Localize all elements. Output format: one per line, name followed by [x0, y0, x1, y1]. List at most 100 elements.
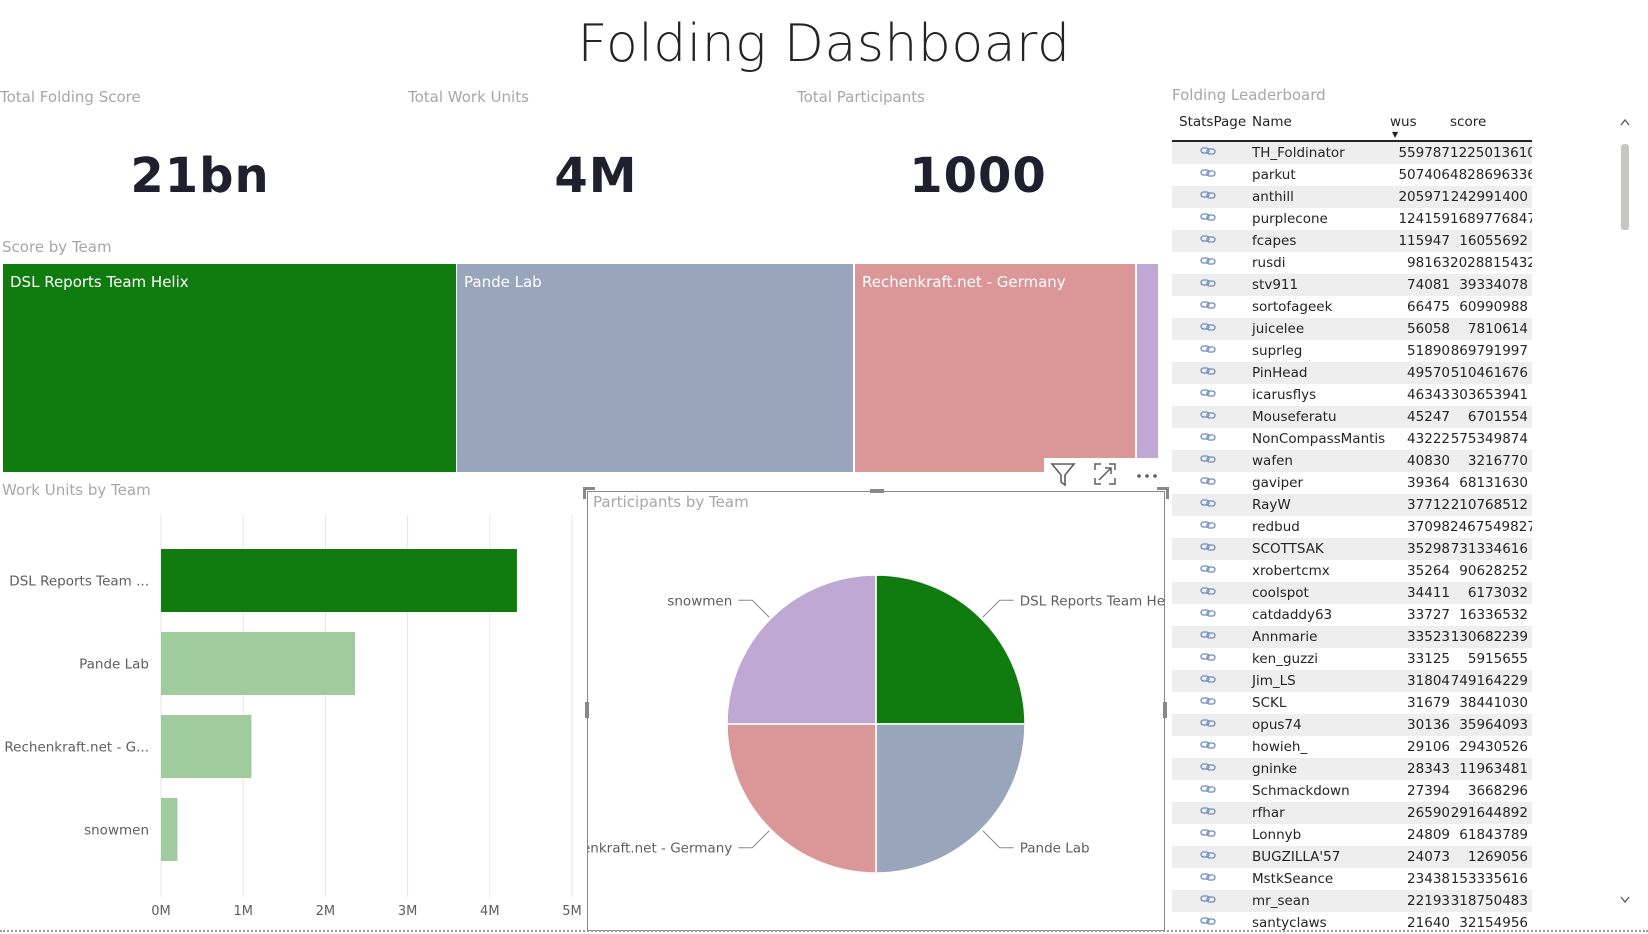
table-row[interactable]: MstkSeance 23438 153335616 — [1172, 868, 1532, 890]
column-header-wus[interactable]: wus — [1390, 114, 1417, 130]
link-icon[interactable] — [1200, 915, 1216, 931]
table-row[interactable]: opus74 30136 35964093 — [1172, 714, 1532, 736]
table-row[interactable]: Lonnyb 24809 61843789 — [1172, 824, 1532, 846]
table-row[interactable]: gninke 28343 11963481 — [1172, 758, 1532, 780]
link-icon[interactable] — [1200, 233, 1216, 249]
more-options-icon[interactable] — [1132, 460, 1162, 488]
table-row[interactable]: SCOTTSAK 35298 731334616 — [1172, 538, 1532, 560]
link-icon[interactable] — [1200, 827, 1216, 843]
table-row[interactable]: TH_Foldinator 559787 1225013610 — [1172, 142, 1532, 164]
link-icon[interactable] — [1200, 189, 1216, 205]
table-row[interactable]: sortofageek 66475 60990988 — [1172, 296, 1532, 318]
bar[interactable] — [161, 632, 355, 695]
bar[interactable] — [161, 549, 517, 612]
table-row[interactable]: PinHead 49570 510461676 — [1172, 362, 1532, 384]
link-icon[interactable] — [1200, 255, 1216, 271]
filter-icon[interactable] — [1048, 460, 1078, 488]
link-icon[interactable] — [1200, 211, 1216, 227]
table-row[interactable]: howieh_ 29106 29430526 — [1172, 736, 1532, 758]
link-icon[interactable] — [1200, 431, 1216, 447]
table-row[interactable]: parkut 507406 4828696336 — [1172, 164, 1532, 186]
link-icon[interactable] — [1200, 343, 1216, 359]
link-icon[interactable] — [1200, 277, 1216, 293]
resize-handle[interactable] — [583, 487, 586, 499]
link-icon[interactable] — [1200, 629, 1216, 645]
pie-slice[interactable] — [875, 723, 1026, 874]
x-tick-label: 2M — [316, 904, 336, 919]
link-icon[interactable] — [1200, 805, 1216, 821]
link-icon[interactable] — [1200, 299, 1216, 315]
table-row[interactable]: juicelee 56058 7810614 — [1172, 318, 1532, 340]
column-header-name[interactable]: Name — [1252, 114, 1292, 130]
link-icon[interactable] — [1200, 563, 1216, 579]
treemap-cell-rechen[interactable]: Rechenkraft.net - Germany — [855, 264, 1135, 472]
scroll-down-icon[interactable] — [1620, 896, 1630, 904]
treemap-cell-helix[interactable]: DSL Reports Team Helix — [3, 264, 456, 472]
table-row[interactable]: wafen 40830 3216770 — [1172, 450, 1532, 472]
focus-mode-icon[interactable] — [1090, 460, 1120, 488]
table-row[interactable]: fcapes 115947 16055692 — [1172, 230, 1532, 252]
table-row[interactable]: purplecone 124159 1689776847 — [1172, 208, 1532, 230]
table-row[interactable]: icarusflys 46343 303653941 — [1172, 384, 1532, 406]
table-row[interactable]: rusdi 98163 2028815432 — [1172, 252, 1532, 274]
table-row[interactable]: NonCompassMantis 43222 575349874 — [1172, 428, 1532, 450]
pie-slice[interactable] — [875, 574, 1026, 725]
table-row[interactable]: Jim_LS 31804 749164229 — [1172, 670, 1532, 692]
table-row[interactable]: catdaddy63 33727 16336532 — [1172, 604, 1532, 626]
link-icon[interactable] — [1200, 409, 1216, 425]
scrollbar-thumb[interactable] — [1621, 144, 1629, 230]
link-icon[interactable] — [1200, 167, 1216, 183]
link-icon[interactable] — [1200, 871, 1216, 887]
bar[interactable] — [161, 798, 178, 861]
treemap-cell-pande[interactable]: Pande Lab — [457, 264, 853, 472]
table-row[interactable]: RayW 37712 210768512 — [1172, 494, 1532, 516]
link-icon[interactable] — [1200, 695, 1216, 711]
treemap-cell-snowmen[interactable] — [1137, 264, 1158, 472]
resize-handle[interactable] — [870, 489, 884, 493]
link-icon[interactable] — [1200, 453, 1216, 469]
bar[interactable] — [161, 715, 252, 778]
link-icon[interactable] — [1200, 585, 1216, 601]
link-icon[interactable] — [1200, 717, 1216, 733]
link-icon[interactable] — [1200, 387, 1216, 403]
link-icon[interactable] — [1200, 541, 1216, 557]
link-icon[interactable] — [1200, 607, 1216, 623]
link-icon[interactable] — [1200, 519, 1216, 535]
table-row[interactable]: coolspot 34411 6173032 — [1172, 582, 1532, 604]
link-icon[interactable] — [1200, 761, 1216, 777]
cell-name: wafen — [1252, 453, 1293, 469]
table-row[interactable]: suprleg 51890 869791997 — [1172, 340, 1532, 362]
cell-name: juicelee — [1252, 321, 1305, 337]
table-row[interactable]: xrobertcmx 35264 90628252 — [1172, 560, 1532, 582]
link-icon[interactable] — [1200, 145, 1216, 161]
link-icon[interactable] — [1200, 849, 1216, 865]
table-row[interactable]: ken_guzzi 33125 5915655 — [1172, 648, 1532, 670]
link-icon[interactable] — [1200, 893, 1216, 909]
table-row[interactable]: Mouseferatu 45247 6701554 — [1172, 406, 1532, 428]
column-header-score[interactable]: score — [1450, 114, 1486, 130]
table-row[interactable]: rfhar 26590 291644892 — [1172, 802, 1532, 824]
table-row[interactable]: gaviper 39364 68131630 — [1172, 472, 1532, 494]
link-icon[interactable] — [1200, 739, 1216, 755]
pie-slice[interactable] — [726, 723, 877, 874]
link-icon[interactable] — [1200, 475, 1216, 491]
table-row[interactable]: Annmarie 33523 130682239 — [1172, 626, 1532, 648]
link-icon[interactable] — [1200, 783, 1216, 799]
column-header-statspage[interactable]: StatsPage — [1179, 114, 1246, 130]
scroll-up-icon[interactable] — [1620, 118, 1630, 126]
link-icon[interactable] — [1200, 321, 1216, 337]
table-row[interactable]: SCKL 31679 38441030 — [1172, 692, 1532, 714]
link-icon[interactable] — [1200, 365, 1216, 381]
table-row[interactable]: redbud 37098 2467549827 — [1172, 516, 1532, 538]
table-row[interactable]: anthill 205971 242991400 — [1172, 186, 1532, 208]
pie-slice[interactable] — [726, 574, 877, 725]
link-icon[interactable] — [1200, 651, 1216, 667]
table-row[interactable]: Schmackdown 27394 3668296 — [1172, 780, 1532, 802]
link-icon[interactable] — [1200, 673, 1216, 689]
resize-handle[interactable] — [1166, 487, 1169, 499]
link-icon[interactable] — [1200, 497, 1216, 513]
table-scrollbar[interactable] — [1618, 114, 1632, 910]
table-row[interactable]: stv911 74081 39334078 — [1172, 274, 1532, 296]
table-row[interactable]: mr_sean 22193 318750483 — [1172, 890, 1532, 912]
table-row[interactable]: BUGZILLA'57 24073 1269056 — [1172, 846, 1532, 868]
